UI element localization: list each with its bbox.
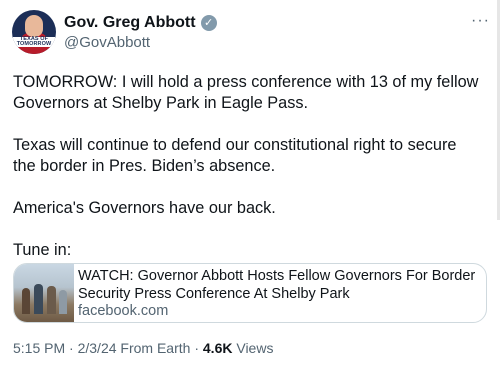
- tweet-time[interactable]: 5:15 PM: [13, 340, 65, 356]
- views-label: Views: [236, 340, 274, 356]
- author-name-row[interactable]: Gov. Greg Abbott ✓: [64, 14, 217, 32]
- author-handle[interactable]: @GovAbbott: [64, 34, 150, 51]
- tweet-text: TOMORROW: I will hold a press conference…: [13, 73, 479, 259]
- meta-separator: ·: [194, 340, 203, 356]
- thumbnail-figure: [47, 286, 56, 314]
- tweet-date[interactable]: 2/3/24: [78, 340, 117, 356]
- tweet-source: From Earth: [120, 340, 191, 356]
- thumbnail-figure: [59, 290, 67, 314]
- avatar[interactable]: TEXAS OF TOMORROW: [12, 10, 56, 54]
- author-name[interactable]: Gov. Greg Abbott: [64, 14, 196, 32]
- tweet: TEXAS OF TOMORROW Gov. Greg Abbott ✓ @Go…: [0, 0, 500, 369]
- avatar-banner: TEXAS OF TOMORROW: [13, 36, 55, 47]
- verified-badge-icon: ✓: [200, 15, 217, 31]
- views-count: 4.6K: [202, 340, 233, 356]
- link-card[interactable]: WATCH: Governor Abbott Hosts Fellow Gove…: [13, 263, 487, 323]
- link-card-title[interactable]: WATCH: Governor Abbott Hosts Fellow Gove…: [78, 267, 478, 303]
- link-card-thumbnail: [14, 264, 74, 322]
- link-card-domain: facebook.com: [78, 303, 169, 319]
- avatar-banner-line-2: TOMORROW: [16, 41, 52, 47]
- meta-separator: ·: [69, 340, 78, 356]
- avatar-face: [25, 15, 43, 37]
- thumbnail-figure: [34, 284, 43, 314]
- more-options-icon[interactable]: ···: [471, 12, 490, 30]
- tweet-meta: 5:15 PM · 2/3/24 From Earth · 4.6K Views: [13, 340, 273, 356]
- thumbnail-figure: [22, 288, 30, 314]
